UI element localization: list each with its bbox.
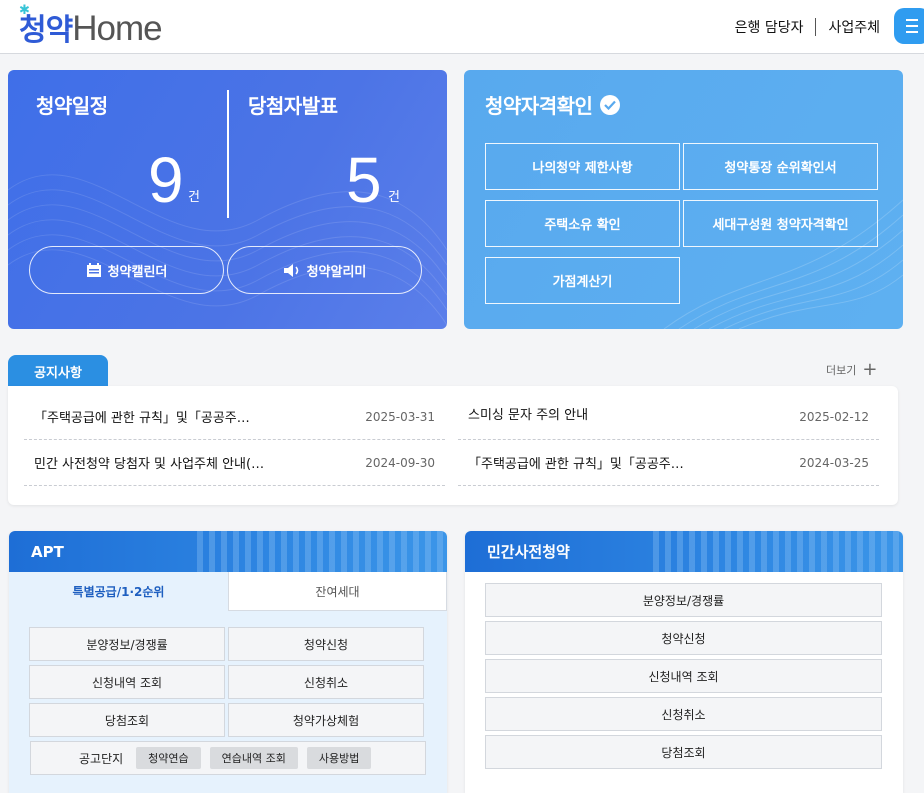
account-rank-button[interactable]: 청약통장 순위확인서 — [683, 143, 878, 190]
calendar-button[interactable]: 청약캘린더 — [29, 246, 224, 294]
point-calculator-button[interactable]: 가점계산기 — [485, 257, 680, 304]
winners-title: 당첨자발표 — [248, 94, 338, 118]
apt-sale-info-button[interactable]: 분양정보/경쟁률 — [29, 627, 225, 661]
header: ✱ 청약 Home 은행 담당자 사업주체 — [0, 0, 924, 54]
apt-title: APT — [31, 542, 64, 561]
hamburger-menu-icon[interactable] — [894, 8, 924, 44]
notice-item[interactable]: 스미싱 문자 주의 안내 2025-02-12 — [458, 394, 879, 440]
stat-divider — [227, 90, 229, 218]
notice-title: 「주택공급에 관한 규칙」및「공공주… — [34, 411, 250, 426]
household-qualification-button[interactable]: 세대구성원 청약자격확인 — [683, 200, 878, 247]
bank-staff-link[interactable]: 은행 담당자 — [735, 17, 804, 37]
tab-special-supply[interactable]: 특별공급/1·2순위 — [9, 572, 228, 611]
plus-icon: + — [862, 359, 878, 380]
schedule-unit: 건 — [188, 190, 200, 205]
logo-text-en: Home — [72, 9, 162, 48]
notice-list: 「주택공급에 관한 규칙」및「공공주… 2025-03-31 스미싱 문자 주의… — [8, 386, 898, 505]
notice-item[interactable]: 「주택공급에 관한 규칙」및「공공주… 2025-03-31 — [24, 394, 445, 440]
calendar-label: 청약캘린더 — [107, 264, 168, 280]
building-decoration — [197, 531, 447, 572]
private-winner-check-button[interactable]: 당첨조회 — [485, 735, 882, 769]
apt-history-button[interactable]: 신청내역 조회 — [29, 665, 225, 699]
usage-guide-chip[interactable]: 사용방법 — [306, 747, 372, 769]
alarm-label: 청약알리미 — [306, 264, 367, 280]
private-title: 민간사전청약 — [487, 543, 570, 561]
notice-date: 2024-09-30 — [365, 455, 435, 470]
practice-history-chip[interactable]: 연습내역 조회 — [209, 747, 298, 769]
notice-title: 민간 사전청약 당첨자 및 사업주체 안내(… — [34, 457, 265, 472]
more-label: 더보기 — [826, 364, 857, 377]
notice-item[interactable]: 「주택공급에 관한 규칙」및「공공주… 2024-03-25 — [458, 440, 879, 486]
qualification-title: 청약자격확인 — [485, 90, 621, 119]
notice-date: 2024-03-25 — [799, 455, 869, 470]
utility-links: 은행 담당자 사업주체 — [735, 17, 880, 37]
private-cancel-button[interactable]: 신청취소 — [485, 697, 882, 731]
winners-stat[interactable]: 당첨자발표 5 건 — [248, 90, 438, 212]
apt-apply-button[interactable]: 청약신청 — [228, 627, 424, 661]
gongo-label: 공고단지 — [79, 751, 124, 766]
practice-chip[interactable]: 청약연습 — [136, 747, 201, 769]
notice-tab[interactable]: 공지사항 — [8, 355, 108, 387]
private-header: 민간사전청약 — [465, 531, 903, 572]
private-sale-info-button[interactable]: 분양정보/경쟁률 — [485, 583, 882, 617]
apt-body: 특별공급/1·2순위 잔여세대 분양정보/경쟁률 청약신청 신청내역 조회 신청… — [9, 572, 447, 793]
notice-title: 스미싱 문자 주의 안내 — [468, 408, 589, 423]
qualification-title-text: 청약자격확인 — [485, 94, 593, 118]
schedule-stat[interactable]: 청약일정 9 건 — [36, 90, 226, 212]
private-apply-button[interactable]: 청약신청 — [485, 621, 882, 655]
gongo-row: 공고단지 청약연습 연습내역 조회 사용방법 — [30, 741, 426, 775]
private-history-button[interactable]: 신청내역 조회 — [485, 659, 882, 693]
logo[interactable]: ✱ 청약 Home — [19, 3, 163, 48]
check-circle-icon — [600, 94, 621, 115]
logo-text-kr: 청약 — [19, 13, 73, 48]
apt-cancel-button[interactable]: 신청취소 — [228, 665, 424, 699]
notice-date: 2025-02-12 — [799, 409, 869, 424]
schedule-card: 청약일정 9 건 당첨자발표 5 건 청약캘린더 청약알리미 — [8, 70, 447, 329]
divider — [815, 18, 817, 36]
house-ownership-button[interactable]: 주택소유 확인 — [485, 200, 680, 247]
apt-panel: APT 특별공급/1·2순위 잔여세대 분양정보/경쟁률 청약신청 신청내역 조… — [9, 531, 447, 793]
winners-unit: 건 — [388, 190, 400, 205]
schedule-title: 청약일정 — [36, 94, 108, 118]
calendar-icon — [86, 262, 101, 277]
logo-star-icon: ✱ — [19, 3, 30, 18]
building-decoration — [653, 531, 903, 572]
private-panel: 민간사전청약 분양정보/경쟁률 청약신청 신청내역 조회 신청취소 당첨조회 — [465, 531, 903, 793]
tab-remaining-units[interactable]: 잔여세대 — [228, 572, 447, 611]
my-restriction-button[interactable]: 나의청약 제한사항 — [485, 143, 680, 190]
business-entity-link[interactable]: 사업주체 — [828, 17, 880, 37]
winners-count: 5 — [346, 144, 382, 216]
notice-item[interactable]: 민간 사전청약 당첨자 및 사업주체 안내(… 2024-09-30 — [24, 440, 445, 486]
notice-title: 「주택공급에 관한 규칙」및「공공주… — [468, 457, 684, 472]
more-link[interactable]: 더보기 + — [826, 361, 877, 379]
qualification-card: 청약자격확인 나의청약 제한사항 청약통장 순위확인서 주택소유 확인 세대구성… — [464, 70, 903, 329]
apt-virtual-experience-button[interactable]: 청약가상체험 — [228, 703, 424, 737]
notice-date: 2025-03-31 — [365, 409, 435, 424]
apt-header: APT — [9, 531, 447, 572]
alarm-button[interactable]: 청약알리미 — [227, 246, 422, 294]
apt-winner-check-button[interactable]: 당첨조회 — [29, 703, 225, 737]
speaker-icon — [283, 263, 298, 277]
schedule-count: 9 — [148, 144, 184, 216]
